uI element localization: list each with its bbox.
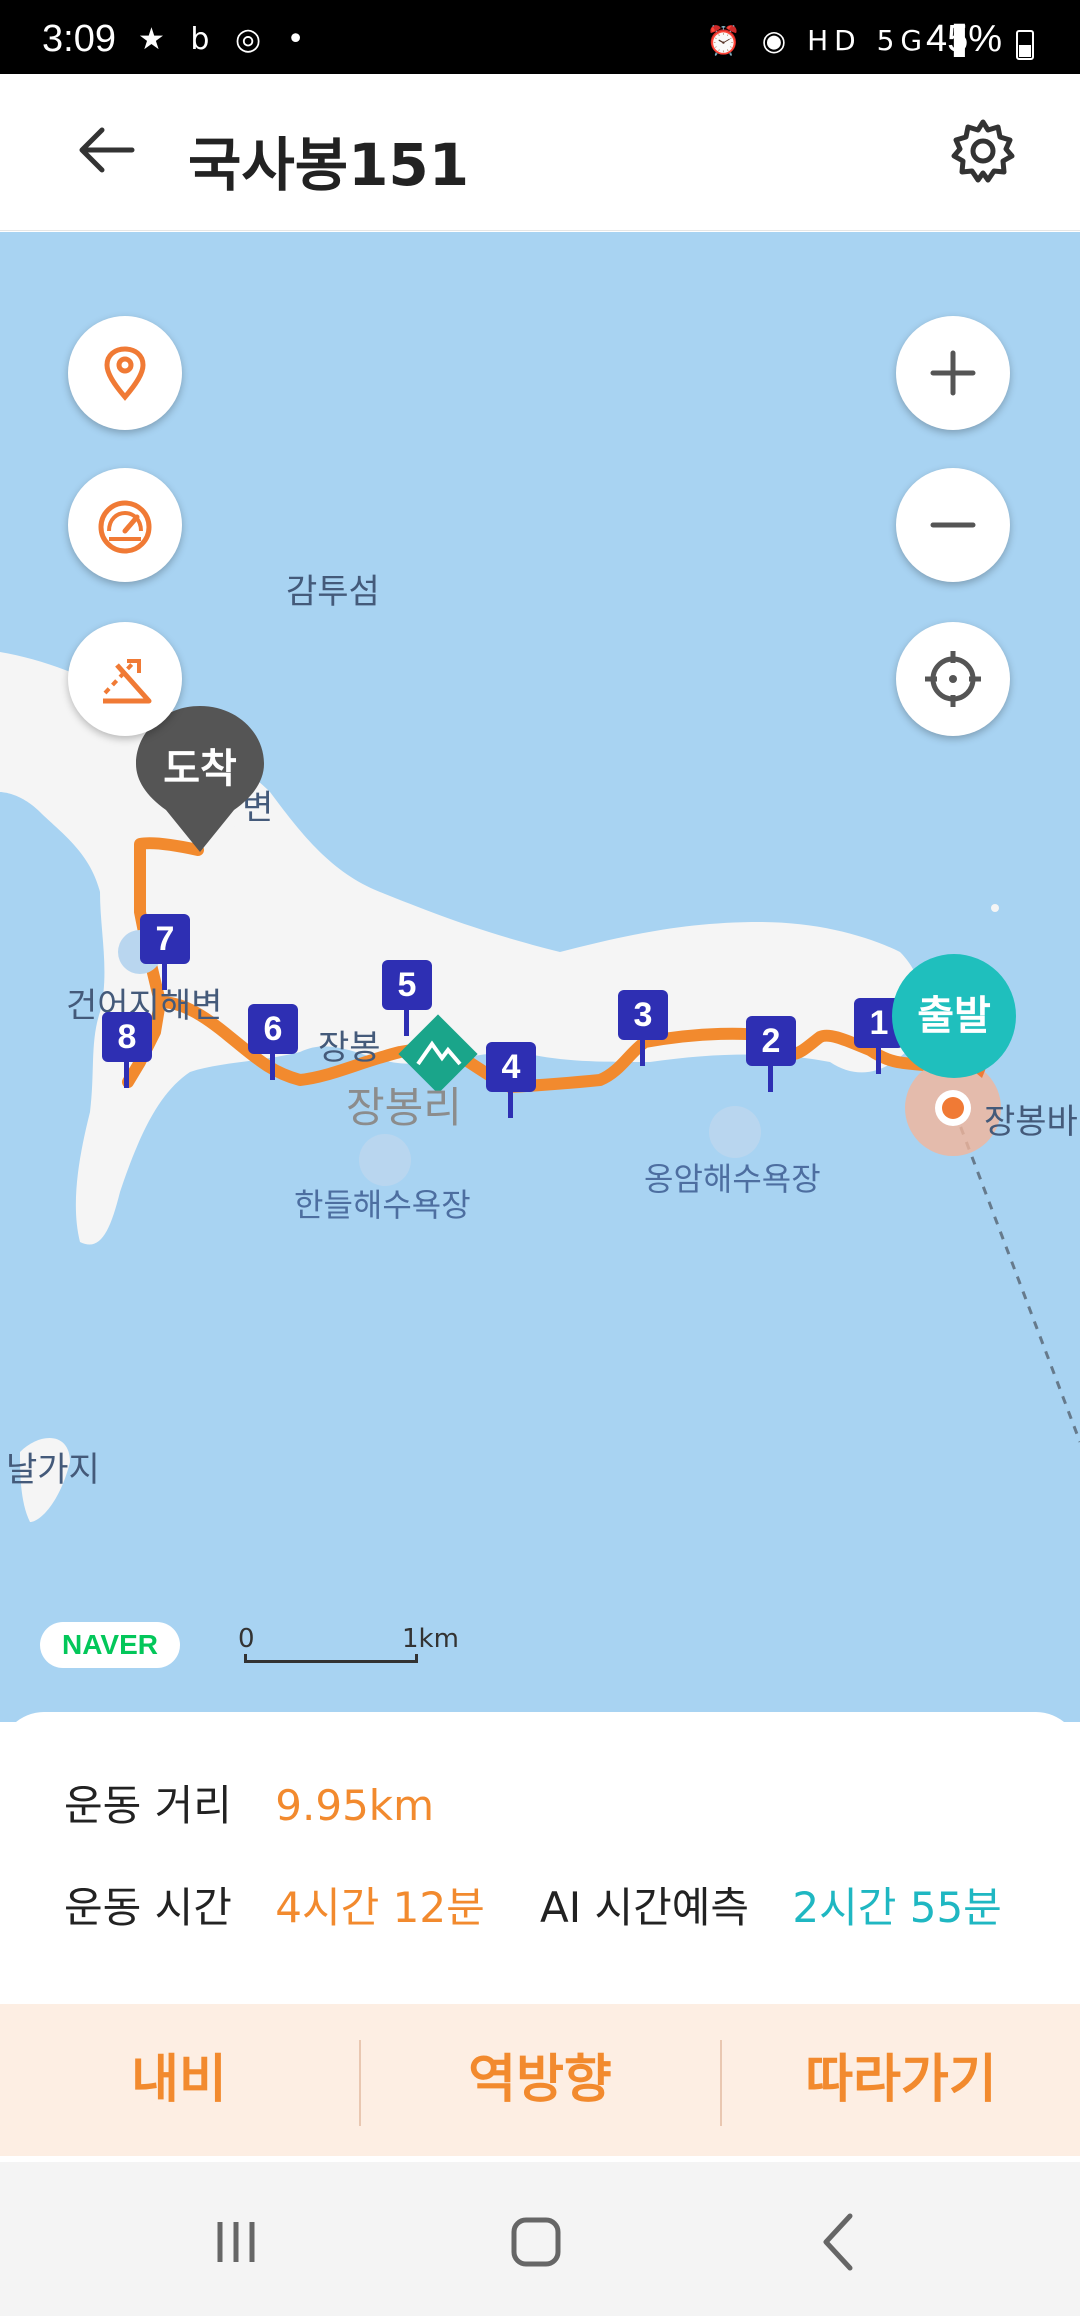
status-bar: 3:09 ★ b ◎ • ⏰ ◉ HD 5G ▐ 45%	[0, 0, 1080, 74]
route-marker-4[interactable]: 4	[486, 1042, 536, 1118]
action-bar: 내비 역방향 따라가기	[0, 2004, 1080, 2156]
arrow-left-icon	[79, 127, 135, 173]
map-label-handeul: 한들해수욕장	[294, 1186, 471, 1224]
distance-label: 운동 거리	[64, 1781, 232, 1830]
map-scale: 0 1km	[238, 1624, 478, 1664]
summary-sheet: 운동 거리 9.95km 운동 시간 4시간 12분 AI 시간예측 2시간 5…	[0, 1712, 1080, 2004]
settings-button[interactable]	[948, 116, 1018, 186]
time-value: 4시간 12분	[275, 1883, 485, 1932]
map-view[interactable]: 감투섬 변 건어지해변 장봉 장봉리 한들해수욕장 옹암해수욕장 장봉바 날가지…	[0, 232, 1080, 1722]
recent-apps-icon	[217, 2222, 255, 2262]
home-icon	[511, 2217, 561, 2267]
plus-icon	[930, 350, 976, 396]
map-label-nalgaji: 날가지	[6, 1450, 100, 1490]
route-marker-3[interactable]: 3	[618, 990, 668, 1066]
scale-km: 1km	[402, 1624, 459, 1654]
speed-button[interactable]	[68, 468, 182, 582]
zoom-out-button[interactable]	[896, 468, 1010, 582]
header: 국사봉151	[0, 74, 1080, 231]
location-button[interactable]	[68, 316, 182, 430]
naver-logo: NAVER	[40, 1622, 180, 1668]
page-title: 국사봉151	[188, 131, 470, 199]
battery-icon	[1016, 30, 1034, 60]
ai-value: 2시간 55분	[792, 1883, 1002, 1932]
time-row: 운동 시간 4시간 12분	[64, 1874, 485, 1935]
map-label-jangbongba: 장봉바	[984, 1102, 1078, 1142]
back-button[interactable]	[72, 114, 144, 186]
speedometer-icon	[98, 500, 152, 554]
distance-row: 운동 거리 9.95km	[64, 1772, 434, 1833]
location-pin-icon	[104, 346, 146, 401]
arrive-label: 도착	[163, 746, 237, 792]
minus-icon	[930, 522, 976, 528]
battery-percent: 45%	[926, 18, 1003, 60]
ai-row: AI 시간예측 2시간 55분	[540, 1874, 1002, 1935]
home-button[interactable]	[496, 2202, 576, 2282]
scale-bar	[244, 1654, 418, 1663]
route-marker-2[interactable]: 2	[746, 1016, 796, 1092]
route-marker-8[interactable]: 8	[102, 1012, 152, 1088]
nav-button[interactable]: 내비	[0, 2004, 358, 2156]
slope-button[interactable]	[68, 622, 182, 736]
map-label-jangbongri: 장봉리	[346, 1083, 462, 1132]
back-icon	[823, 2213, 853, 2271]
ai-label: AI 시간예측	[540, 1883, 750, 1932]
gear-icon	[951, 119, 1015, 183]
system-nav-bar	[0, 2162, 1080, 2316]
start-marker[interactable]: 출발	[892, 954, 1016, 1078]
map-label-gamtuseom: 감투섬	[286, 572, 380, 612]
follow-button[interactable]: 따라가기	[722, 2004, 1080, 2156]
arrive-marker[interactable]: 도착	[136, 706, 264, 856]
back-nav-button[interactable]	[800, 2202, 880, 2282]
route-marker-5[interactable]: 5	[382, 960, 432, 1036]
map-label-ongam: 옹암해수욕장	[644, 1160, 821, 1198]
route-marker-6[interactable]: 6	[248, 1004, 298, 1080]
time-label: 운동 시간	[64, 1883, 232, 1932]
distance-value: 9.95km	[275, 1781, 435, 1830]
reverse-button[interactable]: 역방향	[361, 2004, 719, 2156]
recent-apps-button[interactable]	[196, 2202, 276, 2282]
route-marker-7[interactable]: 7	[140, 914, 190, 990]
map-label-jangbong: 장봉	[318, 1028, 381, 1068]
crosshair-icon	[925, 651, 981, 707]
status-time: 3:09	[42, 18, 116, 60]
status-left-icons: ★ b ◎ •	[138, 22, 313, 57]
slope-icon	[103, 659, 152, 704]
scale-zero: 0	[238, 1624, 255, 1654]
my-location-button[interactable]	[896, 622, 1010, 736]
zoom-in-button[interactable]	[896, 316, 1010, 430]
